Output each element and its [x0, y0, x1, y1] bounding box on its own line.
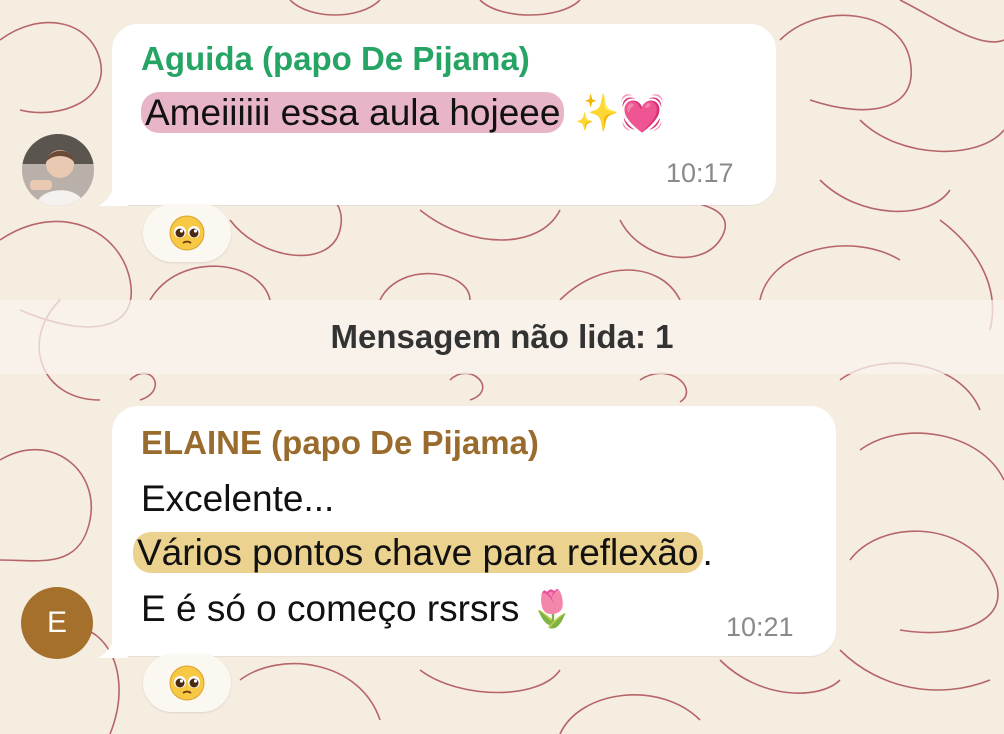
- sender-name[interactable]: ELAINE (papo De Pijama): [141, 424, 539, 462]
- message-text[interactable]: Ameiiiiii essa aula hojeee ✨💓: [141, 92, 664, 134]
- message-line-1[interactable]: Excelente...: [141, 478, 334, 520]
- highlighted-text: Ameiiiiii essa aula hojeee: [141, 92, 565, 133]
- tulip-emoji: 🌷: [529, 588, 575, 629]
- bubble-tail: [98, 170, 128, 206]
- bubble-tail: [98, 622, 128, 658]
- unread-divider: Mensagem não lida: 1: [0, 300, 1004, 374]
- reaction-pill[interactable]: [143, 654, 231, 712]
- message-line-2[interactable]: Vários pontos chave para reflexão.: [133, 532, 713, 574]
- sender-name[interactable]: Aguida (papo De Pijama): [141, 40, 530, 78]
- profile-photo-icon: [22, 134, 94, 206]
- highlighted-text: Vários pontos chave para reflexão: [133, 532, 703, 573]
- line-3-text: E é só o começo rsrsrs: [141, 588, 520, 629]
- pleading-face-icon: [169, 215, 205, 251]
- pleading-face-icon: [169, 665, 205, 701]
- sender-avatar-letter[interactable]: E: [21, 587, 93, 659]
- message-time: 10:17: [666, 158, 734, 188]
- avatar-letter: E: [46, 606, 67, 639]
- line-2-end: .: [702, 532, 713, 573]
- sender-avatar-photo[interactable]: [22, 134, 94, 206]
- message-line-3[interactable]: E é só o começo rsrsrs 🌷: [141, 588, 574, 630]
- reaction-pill[interactable]: [143, 204, 231, 262]
- sparkles-heart-emoji: ✨💓: [574, 92, 665, 133]
- unread-label: Mensagem não lida: 1: [330, 318, 674, 355]
- message-time: 10:21: [726, 612, 794, 642]
